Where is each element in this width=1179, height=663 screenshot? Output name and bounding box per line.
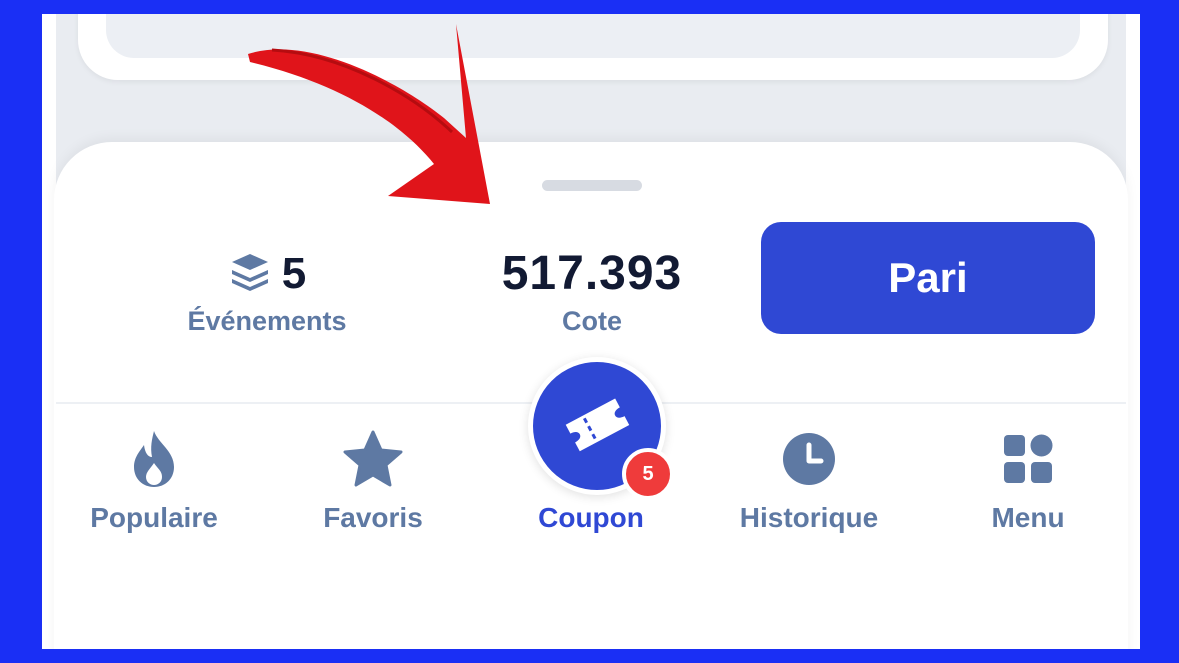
flame-icon — [54, 424, 254, 494]
nav-item-coupon[interactable]: Coupon — [491, 424, 691, 534]
top-card-inner — [106, 14, 1080, 58]
place-bet-button[interactable]: Pari — [761, 222, 1095, 334]
events-count: 5 — [281, 249, 307, 298]
odds-label: Cote — [562, 306, 622, 336]
odds-value: 517.393 — [501, 247, 683, 300]
nav-item-menu[interactable]: Menu — [928, 424, 1128, 534]
app-frame: 5 Événements 517.393 Cote Pari Populaire… — [42, 14, 1140, 649]
nav-item-historique[interactable]: Historique — [709, 424, 909, 534]
star-icon — [273, 424, 473, 494]
odds-stat: 517.393 Cote — [482, 246, 702, 337]
events-stat: 5 Événements — [152, 246, 382, 337]
events-label: Événements — [187, 306, 347, 336]
nav-label-favoris: Favoris — [323, 502, 423, 533]
nav-label-populaire: Populaire — [90, 502, 218, 533]
drag-handle[interactable] — [542, 180, 642, 191]
layers-icon — [228, 250, 272, 299]
nav-label-menu: Menu — [991, 502, 1065, 533]
nav-label-historique: Historique — [739, 502, 879, 533]
nav-label-coupon: Coupon — [538, 502, 644, 533]
nav-item-favoris[interactable]: Favoris — [273, 424, 473, 534]
clock-icon — [709, 424, 909, 494]
nav-item-populaire[interactable]: Populaire — [54, 424, 254, 534]
grid-icon — [928, 424, 1128, 494]
